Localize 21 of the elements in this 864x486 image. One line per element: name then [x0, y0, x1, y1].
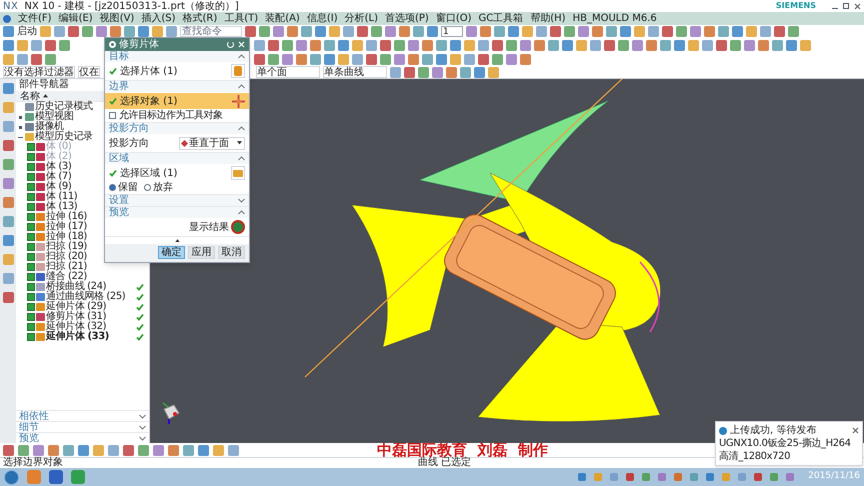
window-title: NX 10 - 建模 - [jz20150313-1.prt（修改的）] [24, 0, 239, 12]
status-prompt: 选择边界对象 [3, 458, 64, 468]
notification-title: 上传成功, 等待发布 [730, 425, 818, 436]
navigator-title: 部件导航器 [19, 79, 69, 91]
notification-text: UGNX10.0钣金25-撕边_H264 [719, 438, 852, 449]
section-title: 投影方向 [109, 123, 149, 134]
status-text: 曲线 已选定 [418, 458, 472, 468]
app-logo: NX [3, 0, 18, 12]
section-title: 设置 [109, 195, 129, 206]
brand-logo: SIEMENS [776, 0, 816, 12]
dialog-title: 修剪片体 [119, 39, 159, 50]
section-title: 边界 [109, 81, 129, 92]
clock-date: 2015/11/16 [807, 470, 860, 484]
video-caption: 中磊国际教育 刘磊 制作 [377, 443, 548, 457]
section-title: 目标 [109, 51, 129, 62]
checkbox-label: 允许目标边作为工具对象 [119, 108, 222, 122]
section-title: 预览 [109, 207, 129, 218]
field-label: 投影方向 [109, 136, 149, 150]
show-result-label: 显示结果 [189, 220, 229, 234]
section-title: 区域 [109, 153, 129, 164]
notification-text: 高清_1280x720 [719, 451, 792, 462]
